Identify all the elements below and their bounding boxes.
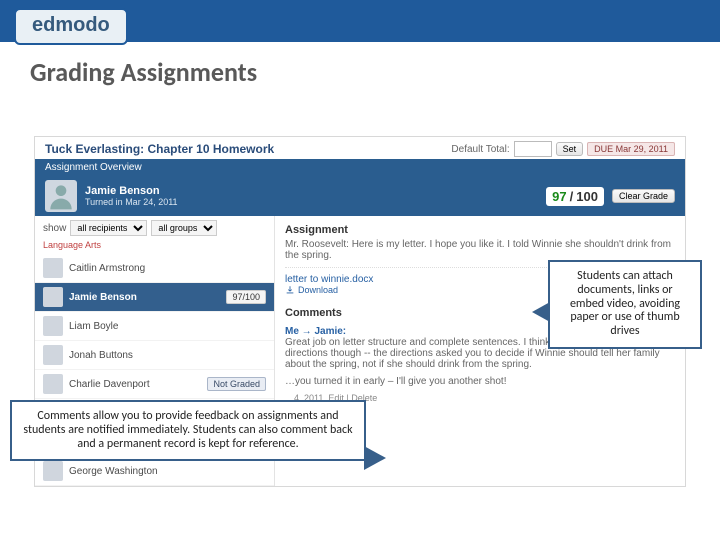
class-tag[interactable]: Language Arts [35,240,274,254]
filters: show all recipients all groups [35,216,274,240]
student-info: Jamie Benson Turned in Mar 24, 2011 [85,185,538,207]
default-total-input[interactable] [514,141,552,157]
roster-row[interactable]: Charlie Davenport Not Graded [35,370,274,399]
clear-grade-button[interactable]: Clear Grade [612,189,675,203]
callout-attach: Students can attach documents, links or … [548,260,702,349]
show-label: show [43,223,66,234]
groups-select[interactable]: all groups [151,220,217,236]
submission-heading: Assignment [285,224,675,236]
person-icon [45,180,77,212]
student-name: George Washington [69,466,266,477]
roster-row[interactable]: Liam Boyle [35,312,274,341]
student-name: Jonah Buttons [69,350,266,361]
comment-body-2: …you turned it in early – I'll give you … [285,376,675,387]
grade-box: 97 / 100 [546,187,604,206]
avatar [43,345,63,365]
student-name: Caitlin Armstrong [69,263,266,274]
assignment-header: Tuck Everlasting: Chapter 10 Homework De… [35,137,685,159]
not-graded-badge: Not Graded [207,377,266,391]
avatar [43,258,63,278]
roster-row[interactable]: Caitlin Armstrong [35,254,274,283]
page-title: Grading Assignments [0,42,720,98]
grade-bar: Jamie Benson Turned in Mar 24, 2011 97 /… [35,176,685,216]
roster-row[interactable]: Jonah Buttons [35,341,274,370]
avatar [43,287,63,307]
download-icon [285,285,295,295]
student-name: Jamie Benson [69,292,220,303]
student-name: Charlie Davenport [69,379,201,390]
score-slash: / [570,189,574,204]
default-total-label: Default Total: [451,144,509,155]
submission-body: Mr. Roosevelt: Here is my letter. I hope… [285,239,675,261]
score-value: 97 [552,189,566,204]
avatar [43,461,63,481]
brand-bar: edmodo [0,0,720,42]
callout-comments: Comments allow you to provide feedback o… [10,400,366,461]
score-badge: 97/100 [226,290,266,304]
assignment-title: Tuck Everlasting: Chapter 10 Homework [45,142,274,156]
student-avatar [45,180,77,212]
set-button[interactable]: Set [556,142,584,156]
due-badge: DUE Mar 29, 2011 [587,142,675,156]
brand-logo: edmodo [14,8,128,45]
student-name: Liam Boyle [69,321,266,332]
turned-in-date: Turned in Mar 24, 2011 [85,197,538,207]
roster-row[interactable]: Jamie Benson 97/100 [35,283,274,312]
score-total: 100 [576,189,598,204]
default-total-group: Default Total: Set DUE Mar 29, 2011 [451,141,675,157]
avatar [43,316,63,336]
avatar [43,374,63,394]
student-name: Jamie Benson [85,185,538,197]
recipients-select[interactable]: all recipients [70,220,147,236]
overview-bar[interactable]: Assignment Overview [35,159,685,176]
